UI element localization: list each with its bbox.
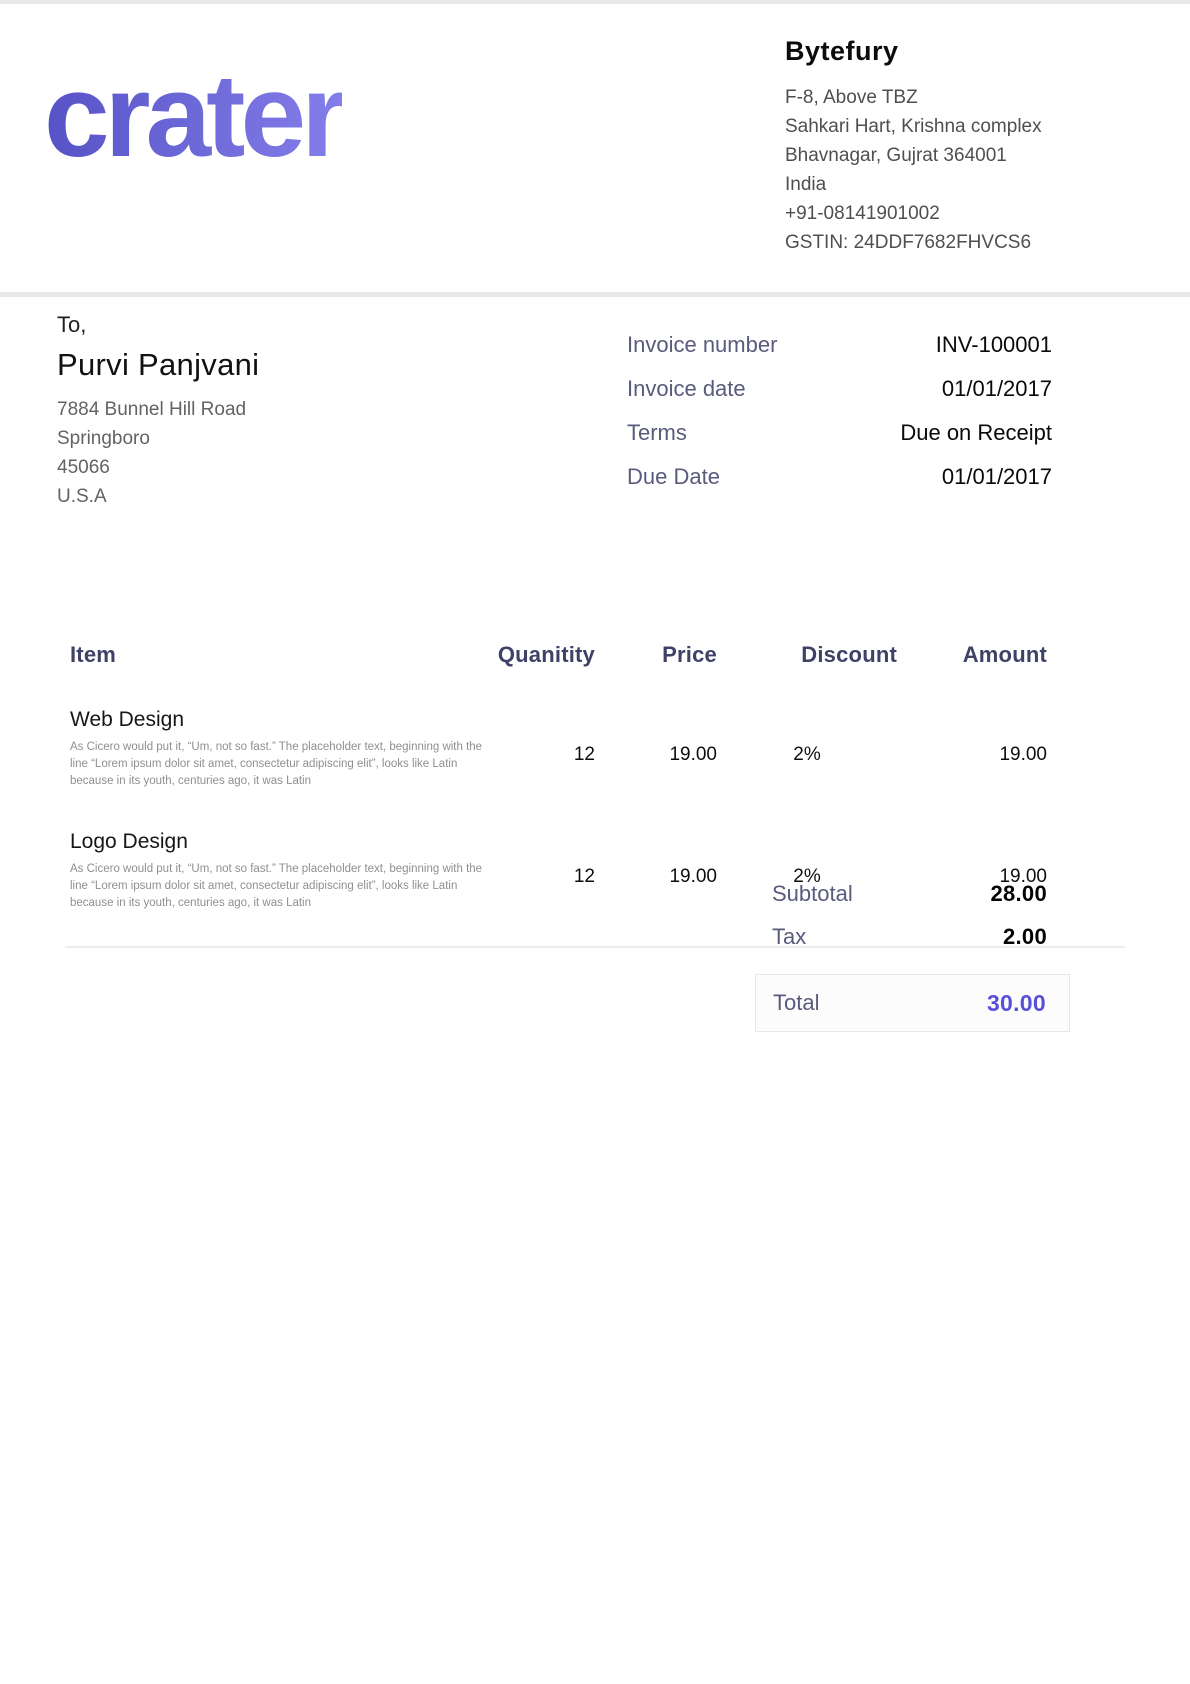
table-row: Web Design As Cicero would put it, “Um, … (65, 708, 1125, 790)
tax-row: Tax 2.00 (755, 923, 1070, 951)
item-description: As Cicero would put it, “Um, not so fast… (65, 861, 485, 912)
company-address-line: India (785, 170, 1115, 199)
top-divider (0, 0, 1190, 4)
item-price: 19.00 (595, 708, 717, 790)
terms-label: Terms (627, 420, 687, 446)
company-phone: +91-08141901002 (785, 199, 1115, 228)
subtotal-label: Subtotal (772, 881, 853, 907)
tax-label: Tax (772, 924, 806, 950)
invoice-page: crater Bytefury F-8, Above TBZ Sahkari H… (0, 0, 1190, 1684)
due-date-label: Due Date (627, 464, 720, 490)
item-price: 19.00 (595, 830, 717, 912)
total-box: Total 30.00 (755, 974, 1070, 1032)
invoice-number-value: INV-100001 (936, 332, 1052, 358)
invoice-date-label: Invoice date (627, 376, 746, 402)
company-address-line: Sahkari Hart, Krishna complex (785, 112, 1115, 141)
header-quantity: Quanitity (485, 642, 595, 668)
company-address-line: F-8, Above TBZ (785, 83, 1115, 112)
terms-value: Due on Receipt (900, 420, 1052, 446)
customer-address-line: U.S.A (57, 482, 477, 511)
terms-row: Terms Due on Receipt (627, 420, 1052, 448)
subtotal-value: 28.00 (990, 881, 1047, 907)
customer-address-line: 45066 (57, 453, 477, 482)
items-table-header: Item Quanitity Price Discount Amount (65, 642, 1125, 668)
totals-block: Subtotal 28.00 Tax 2.00 Total 30.00 (755, 880, 1070, 1032)
header-item: Item (65, 642, 485, 668)
subtotal-row: Subtotal 28.00 (755, 880, 1070, 908)
item-cell: Web Design As Cicero would put it, “Um, … (65, 708, 485, 790)
company-address-line: Bhavnagar, Gujrat 364001 (785, 141, 1115, 170)
header-amount: Amount (897, 642, 1047, 668)
invoice-date-row: Invoice date 01/01/2017 (627, 376, 1052, 404)
due-date-row: Due Date 01/01/2017 (627, 464, 1052, 492)
item-name: Logo Design (65, 830, 485, 854)
bill-to-block: To, Purvi Panjvani 7884 Bunnel Hill Road… (57, 312, 477, 511)
crater-logo: crater (44, 52, 342, 182)
header-divider (0, 292, 1190, 297)
item-description: As Cicero would put it, “Um, not so fast… (65, 739, 485, 790)
invoice-number-row: Invoice number INV-100001 (627, 332, 1052, 360)
invoice-meta: Invoice number INV-100001 Invoice date 0… (627, 332, 1052, 508)
company-gstin: GSTIN: 24DDF7682FHVCS6 (785, 228, 1115, 257)
company-name: Bytefury (785, 36, 1115, 67)
item-quantity: 12 (485, 708, 595, 790)
invoice-date-value: 01/01/2017 (942, 376, 1052, 402)
header-discount: Discount (717, 642, 897, 668)
invoice-number-label: Invoice number (627, 332, 777, 358)
customer-name: Purvi Panjvani (57, 347, 477, 383)
item-amount: 19.00 (897, 708, 1047, 790)
bill-to-prefix: To, (57, 312, 477, 338)
item-quantity: 12 (485, 830, 595, 912)
tax-value: 2.00 (1003, 924, 1047, 950)
customer-address: 7884 Bunnel Hill Road Springboro 45066 U… (57, 395, 477, 511)
company-block: Bytefury F-8, Above TBZ Sahkari Hart, Kr… (785, 36, 1115, 257)
item-name: Web Design (65, 708, 485, 732)
header-price: Price (595, 642, 717, 668)
item-cell: Logo Design As Cicero would put it, “Um,… (65, 830, 485, 912)
customer-address-line: 7884 Bunnel Hill Road (57, 395, 477, 424)
due-date-value: 01/01/2017 (942, 464, 1052, 490)
customer-address-line: Springboro (57, 424, 477, 453)
total-value: 30.00 (987, 990, 1046, 1017)
item-discount: 2% (717, 708, 897, 790)
total-label: Total (773, 990, 819, 1016)
